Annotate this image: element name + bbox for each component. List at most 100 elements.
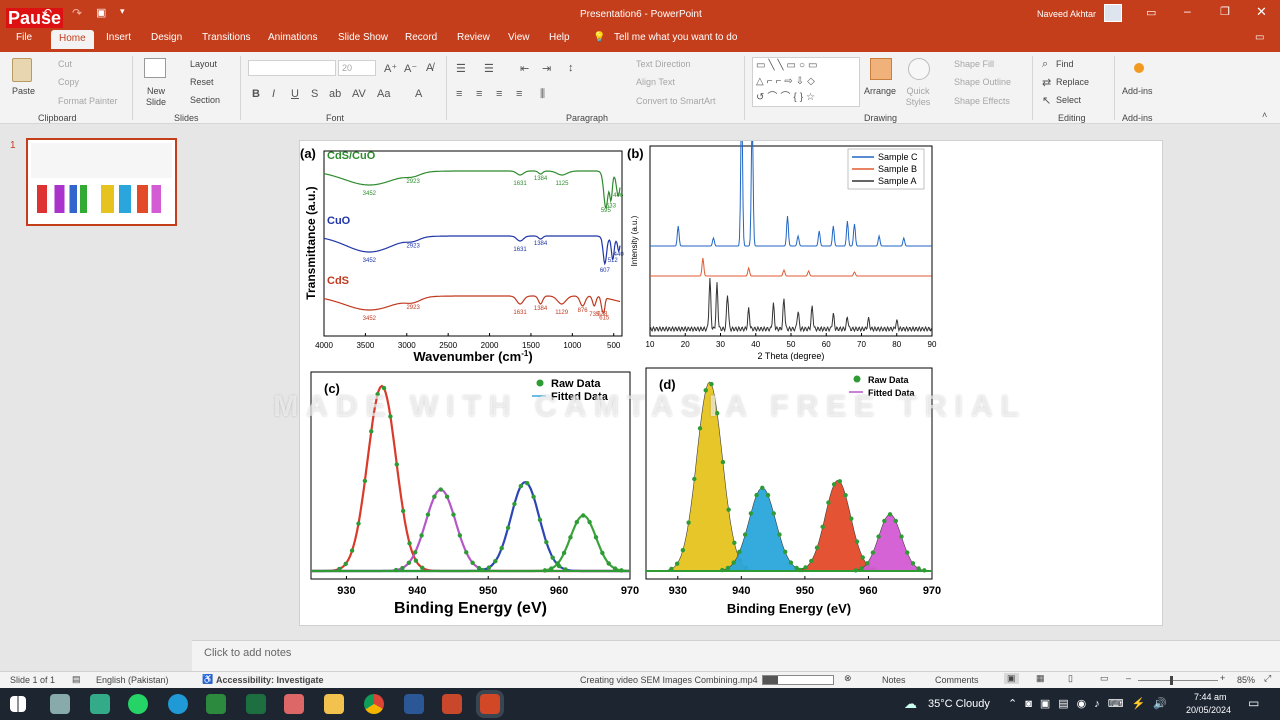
bold-icon[interactable]: B xyxy=(252,88,260,100)
clock-time[interactable]: 7:44 am xyxy=(1194,692,1227,702)
redo-icon[interactable]: ↷ xyxy=(72,6,82,20)
shrink-font-icon[interactable]: A⁻ xyxy=(404,62,417,75)
italic-icon[interactable]: I xyxy=(272,88,275,100)
tab-record[interactable]: Record xyxy=(405,32,437,43)
underline-icon[interactable]: U xyxy=(291,88,299,100)
language-indicator[interactable]: English (Pakistan) xyxy=(96,675,169,685)
present-icon[interactable]: ▣ xyxy=(96,6,106,19)
cut-button[interactable]: Cut xyxy=(58,59,72,69)
spellcheck-icon[interactable]: ▤ xyxy=(72,674,81,685)
tab-animations[interactable]: Animations xyxy=(268,32,317,43)
justify-icon[interactable]: ≡ xyxy=(516,88,522,100)
numbering-icon[interactable]: ☰ xyxy=(484,62,494,75)
tab-transitions[interactable]: Transitions xyxy=(202,32,251,43)
close-icon[interactable]: ✕ xyxy=(1256,4,1267,20)
tab-file[interactable]: File xyxy=(16,32,32,43)
app-icon[interactable] xyxy=(90,694,110,714)
new-slide-icon[interactable] xyxy=(144,58,166,78)
new-slide-button[interactable]: New Slide xyxy=(141,86,171,108)
grow-font-icon[interactable]: A⁺ xyxy=(384,62,397,75)
accessibility-button[interactable]: Accessibility: Investigate xyxy=(216,675,324,685)
slide-thumbnail[interactable] xyxy=(26,138,177,226)
tab-insert[interactable]: Insert xyxy=(106,32,131,43)
notification-icon[interactable]: ▭ xyxy=(1248,696,1259,710)
notes-toggle[interactable]: Notes xyxy=(882,675,906,685)
app-icon[interactable] xyxy=(50,694,70,714)
notes-pane[interactable]: Click to add notes xyxy=(192,640,1280,671)
collapse-ribbon-icon[interactable]: ˄ xyxy=(1262,110,1267,120)
zoom-out-icon[interactable]: – xyxy=(1126,673,1131,683)
file-explorer-icon[interactable] xyxy=(324,694,344,714)
strikethrough-icon[interactable]: ab xyxy=(329,88,341,100)
layout-button[interactable]: Layout xyxy=(190,59,217,69)
char-spacing-icon[interactable]: AV xyxy=(352,88,366,100)
font-family-combo[interactable] xyxy=(248,60,336,76)
decrease-indent-icon[interactable]: ⇤ xyxy=(520,62,529,75)
quick-styles-icon[interactable] xyxy=(908,58,930,80)
comments-icon[interactable]: ▭ xyxy=(1255,32,1264,43)
line-spacing-icon[interactable]: ↕ xyxy=(568,62,574,74)
app-icon[interactable] xyxy=(284,694,304,714)
customize-qat-icon[interactable]: ▾ xyxy=(120,6,125,17)
maximize-icon[interactable]: ❐ xyxy=(1220,5,1230,18)
whatsapp-icon[interactable] xyxy=(128,694,148,714)
paste-icon[interactable] xyxy=(12,58,32,82)
format-painter-button[interactable]: Format Painter xyxy=(58,96,118,106)
shadow-icon[interactable]: S xyxy=(311,88,318,100)
chrome-icon[interactable] xyxy=(364,694,384,714)
tab-help[interactable]: Help xyxy=(549,32,570,43)
bullets-icon[interactable]: ☰ xyxy=(456,62,466,75)
slide-sorter-icon[interactable]: ▦ xyxy=(1036,673,1045,684)
font-color-icon[interactable]: A xyxy=(415,88,422,100)
system-tray-icons[interactable]: ⌃◙▣▤◉♪⌨⚡🔊 xyxy=(1008,697,1175,710)
tab-slide-show[interactable]: Slide Show xyxy=(338,32,388,43)
add-ins-icon[interactable] xyxy=(1134,63,1144,73)
arrange-icon[interactable] xyxy=(870,58,892,80)
arrange-button[interactable]: Arrange xyxy=(864,86,896,96)
ribbon-display-icon[interactable]: ▭ xyxy=(1146,6,1156,19)
columns-icon[interactable]: ⫼ xyxy=(540,88,545,101)
clock-date[interactable]: 20/05/2024 xyxy=(1186,705,1231,715)
align-left-icon[interactable]: ≡ xyxy=(456,88,462,100)
powerpoint-icon[interactable] xyxy=(480,694,500,714)
slideshow-view-icon[interactable]: ▭ xyxy=(1100,673,1109,684)
excel-icon[interactable] xyxy=(246,694,266,714)
text-direction-button[interactable]: Text Direction xyxy=(636,59,691,69)
replace-button[interactable]: Replace xyxy=(1056,77,1089,87)
clear-format-icon[interactable]: A̸ xyxy=(426,62,433,74)
undo-icon[interactable]: ↶ xyxy=(42,6,52,20)
paste-button[interactable]: Paste xyxy=(12,86,35,96)
shape-outline-button[interactable]: Shape Outline xyxy=(954,77,1011,87)
normal-view-icon[interactable]: ▣ xyxy=(1004,673,1019,684)
zoom-slider-thumb[interactable] xyxy=(1170,676,1173,685)
add-ins-button[interactable]: Add-ins xyxy=(1122,86,1153,96)
shape-fill-button[interactable]: Shape Fill xyxy=(954,59,994,69)
minimize-icon[interactable]: – xyxy=(1184,4,1191,18)
cancel-export-icon[interactable]: ⊗ xyxy=(844,673,852,684)
zoom-in-icon[interactable]: + xyxy=(1220,673,1225,683)
align-text-button[interactable]: Align Text xyxy=(636,77,675,87)
font-size-combo[interactable]: 20 xyxy=(338,60,376,76)
tab-review[interactable]: Review xyxy=(457,32,490,43)
weather-text[interactable]: 35°C Cloudy xyxy=(928,698,990,710)
avatar[interactable] xyxy=(1104,4,1122,22)
zoom-level[interactable]: 85% xyxy=(1237,675,1255,685)
tab-view[interactable]: View xyxy=(508,32,530,43)
tell-me-search[interactable]: Tell me what you want to do xyxy=(614,32,737,43)
pause-badge[interactable]: Pause xyxy=(6,8,64,28)
change-case-icon[interactable]: Aa xyxy=(377,88,390,100)
section-button[interactable]: Section xyxy=(190,95,220,105)
edge-icon[interactable] xyxy=(168,694,188,714)
slide-canvas[interactable]: (a) Transmittance (a.u.) Wavenumber (cm-1)… xyxy=(299,140,1163,626)
app-icon[interactable] xyxy=(206,694,226,714)
quick-styles-button[interactable]: Quick Styles xyxy=(902,86,934,108)
select-button[interactable]: Select xyxy=(1056,95,1081,105)
shape-effects-button[interactable]: Shape Effects xyxy=(954,96,1010,106)
reset-button[interactable]: Reset xyxy=(190,77,214,87)
user-name[interactable]: Naveed Akhtar xyxy=(1037,9,1096,19)
fit-slide-icon[interactable]: ⤢ xyxy=(1264,673,1271,684)
reading-view-icon[interactable]: ▯ xyxy=(1068,673,1073,684)
windows-start-icon[interactable] xyxy=(10,696,26,712)
copy-button[interactable]: Copy xyxy=(58,77,79,87)
app-icon[interactable] xyxy=(442,694,462,714)
